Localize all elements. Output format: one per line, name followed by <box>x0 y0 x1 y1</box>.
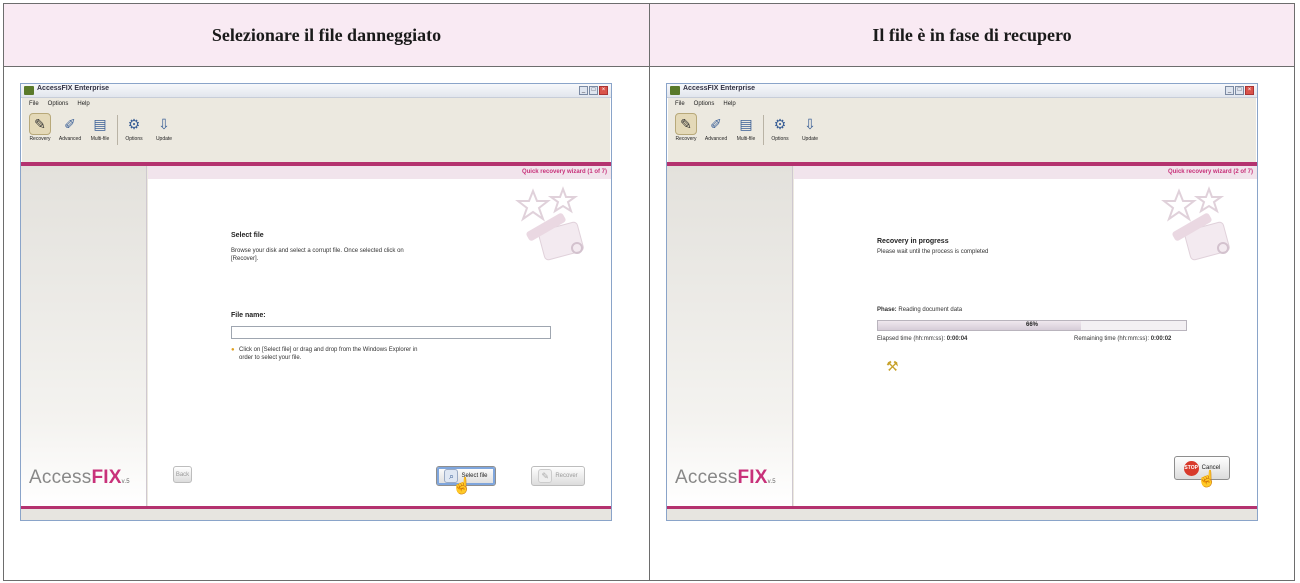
toolbar: ✎ Recovery ✐ Advanced ▤ Multi-file ⚙ Opt… <box>667 111 1257 166</box>
hand-cursor-icon: ☝ <box>1197 471 1217 488</box>
toolbar-update[interactable]: ⇩ Update <box>797 113 823 143</box>
maximize-button[interactable]: □ <box>1235 86 1244 95</box>
app-window: AccessFIX Enterprise _ □ × File Options … <box>20 83 612 521</box>
file-name-input[interactable] <box>231 326 551 339</box>
info-icon: ● <box>231 347 235 353</box>
advanced-icon: ✐ <box>64 115 76 132</box>
recover-button[interactable]: ✎ Recover <box>531 466 585 486</box>
remaining-time: Remaining time (hh:mm:ss): 0:00:02 <box>1074 336 1172 342</box>
wizard-decoration-icon <box>515 186 584 261</box>
toolbar-multi-file[interactable]: ▤ Multi-file <box>733 113 759 143</box>
minimize-button[interactable]: _ <box>579 86 588 95</box>
wizard-panel: Quick recovery wizard (2 of 7) Recovery … <box>794 166 1257 507</box>
recover-icon: ✎ <box>538 469 553 483</box>
window-title: AccessFIX Enterprise <box>37 85 109 92</box>
elapsed-time: Elapsed time (hh:mm:ss): 0:00:04 <box>877 336 968 342</box>
document-icon: ▤ <box>739 115 753 132</box>
column-recovery-progress: Il file è in fase di recupero AccessFIX … <box>649 4 1294 580</box>
recovery-icon: ✎ <box>29 113 51 135</box>
toolbar-advanced[interactable]: ✐ Advanced <box>703 113 729 143</box>
working-animation-icon: ⚒ <box>886 358 899 374</box>
sidebar: AccessFIXv.5 <box>21 166 147 507</box>
wizard-step-label: Quick recovery wizard (1 of 7) <box>148 166 611 179</box>
menu-bar: File Options Help <box>21 98 611 110</box>
minimize-button[interactable]: _ <box>1225 86 1234 95</box>
app-logo: AccessFIXv.5 <box>675 467 776 488</box>
menu-help[interactable]: Help <box>723 101 735 107</box>
column-select-file: Selezionare il file danneggiato AccessFI… <box>4 4 649 580</box>
menu-help[interactable]: Help <box>77 101 89 107</box>
close-button[interactable]: × <box>599 86 608 95</box>
gear-icon: ⚙ <box>773 115 787 132</box>
advanced-icon: ✐ <box>710 115 722 132</box>
title-bar: AccessFIX Enterprise _ □ × <box>21 84 611 98</box>
file-hint-text: ● Click on [Select file] or drag and drop… <box>231 347 418 361</box>
toolbar-separator <box>117 115 118 145</box>
maximize-button[interactable]: □ <box>589 86 598 95</box>
progress-text: 66% <box>1025 322 1038 328</box>
wizard-decoration-icon <box>1161 186 1230 261</box>
app-icon <box>24 86 34 95</box>
menu-options[interactable]: Options <box>48 101 69 107</box>
app-icon <box>670 86 680 95</box>
phase-line: Phase: Reading document data <box>877 307 963 313</box>
column-header-text: Selezionare il file danneggiato <box>211 24 442 45</box>
sidebar: AccessFIXv.5 <box>667 166 793 507</box>
column-header-text: Il file è in fase di recupero <box>872 24 1072 45</box>
comparison-table: Selezionare il file danneggiato AccessFI… <box>3 3 1295 581</box>
recovery-icon: ✎ <box>675 113 697 135</box>
menu-bar: File Options Help <box>667 98 1257 110</box>
menu-file[interactable]: File <box>675 101 685 107</box>
close-button[interactable]: × <box>1245 86 1254 95</box>
menu-file[interactable]: File <box>29 101 39 107</box>
select-file-description: Browse your disk and select a corrupt fi… <box>231 248 404 262</box>
menu-options[interactable]: Options <box>694 101 715 107</box>
hand-cursor-icon: ☝ <box>452 478 472 495</box>
column-header: Selezionare il file danneggiato <box>4 4 649 67</box>
status-bar <box>21 506 611 520</box>
toolbar-multi-file[interactable]: ▤ Multi-file <box>87 113 113 143</box>
update-icon: ⇩ <box>158 115 170 132</box>
update-icon: ⇩ <box>804 115 816 132</box>
column-header: Il file è in fase di recupero <box>650 4 1294 67</box>
back-button[interactable]: Back <box>173 466 192 483</box>
document-icon: ▤ <box>93 115 107 132</box>
window-title: AccessFIX Enterprise <box>683 85 755 92</box>
progress-bar: 66% <box>877 320 1187 331</box>
recovery-heading: Recovery in progress <box>877 238 949 245</box>
status-bar <box>667 506 1257 520</box>
toolbar-recovery[interactable]: ✎ Recovery <box>27 113 53 142</box>
select-file-heading: Select file <box>231 232 264 239</box>
app-logo: AccessFIXv.5 <box>29 467 130 488</box>
toolbar-separator <box>763 115 764 145</box>
toolbar-options[interactable]: ⚙ Options <box>121 113 147 143</box>
toolbar-update[interactable]: ⇩ Update <box>151 113 177 143</box>
toolbar: ✎ Recovery ✐ Advanced ▤ Multi-file ⚙ Opt… <box>21 111 611 166</box>
recovery-description: Please wait until the process is complet… <box>877 249 989 255</box>
app-window: AccessFIX Enterprise _ □ × File Options … <box>666 83 1258 521</box>
wizard-step-label: Quick recovery wizard (2 of 7) <box>794 166 1257 179</box>
gear-icon: ⚙ <box>127 115 141 132</box>
toolbar-recovery[interactable]: ✎ Recovery <box>673 113 699 142</box>
title-bar: AccessFIX Enterprise _ □ × <box>667 84 1257 98</box>
toolbar-options[interactable]: ⚙ Options <box>767 113 793 143</box>
toolbar-advanced[interactable]: ✐ Advanced <box>57 113 83 143</box>
file-name-label: File name: <box>231 312 266 319</box>
wizard-panel: Quick recovery wizard (1 of 7) Select fi… <box>148 166 611 507</box>
